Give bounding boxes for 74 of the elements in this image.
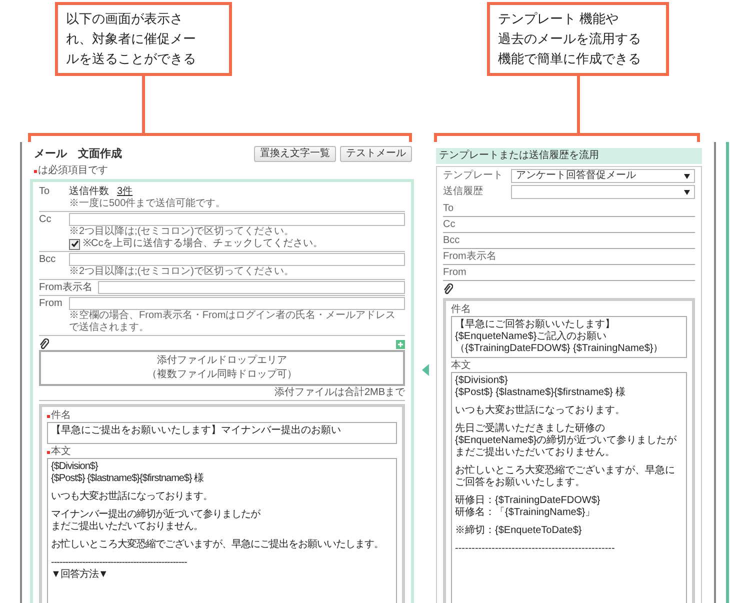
input-field[interactable] xyxy=(69,253,405,266)
field-label: 件名 xyxy=(451,304,472,316)
callout-text: 以下の画面が表示さ xyxy=(66,10,184,28)
dropdown[interactable] xyxy=(511,185,695,199)
toolbar-button[interactable]: 置換え文字一覧 xyxy=(254,146,336,162)
body-text-line: 研修名：「{$TrainingName$}」 xyxy=(455,507,596,519)
field-label: 本文 xyxy=(451,360,472,372)
drop-area-text: （複数ファイル同時ドロップ可） xyxy=(146,368,298,382)
paperclip-icon xyxy=(443,283,453,295)
field-label: Bcc xyxy=(443,233,695,249)
count-link[interactable]: 3件 xyxy=(117,186,133,198)
left-arrow-icon xyxy=(422,364,428,376)
hint-text: ※一度に500件まで送信可能です。 xyxy=(68,198,227,210)
hint-text: ※2つ目以降は;(セミコロン)で区切ってください。 xyxy=(68,226,295,238)
callout-text: れ、対象者に催促メー xyxy=(66,30,197,48)
field-label: Bcc xyxy=(39,254,57,266)
field-label: Cc xyxy=(39,214,52,226)
body-text-line: {$Division$} xyxy=(51,461,100,473)
body-text-line: {$Division$} xyxy=(455,375,509,387)
body-text-line: お忙しいところ大変恐縮でございますが、早急にご回答をお願いいたします。 xyxy=(455,465,676,489)
field-label: From xyxy=(443,265,695,281)
callout-text: 過去のメールを流用する xyxy=(498,30,642,48)
field-label: From表示名 xyxy=(39,282,92,294)
body-field[interactable]: {$Division$} {$Post$} {$lastname$}{$firstname$} 様 いつも大変お世話になっております。 マイナンバー提出の締切が近づいて参りましたが まだご提出いただいておりません。 お忙しいところ大変恐縮でございますが、早急にご提出をお願いいたします。 ------------------------------------------------ ▼回答方法▼ xyxy=(47,458,397,603)
field-label: 本文 xyxy=(51,446,71,458)
callout-text: ルを送ることができる xyxy=(66,50,197,68)
callout-text: 機能で簡単に作成できる xyxy=(498,50,642,68)
paperclip-icon xyxy=(39,338,49,350)
body-text-line: ------------------------------------------------ xyxy=(455,543,616,555)
body-text-line: ------------------------------------------------ xyxy=(51,557,188,568)
page-title: メール 文面作成 xyxy=(34,148,122,160)
input-field[interactable] xyxy=(69,297,405,310)
body-text-line: ▼回答方法▼ xyxy=(51,569,109,581)
required-note: は必須項目です xyxy=(38,165,108,177)
toolbar-button[interactable]: テストメール xyxy=(340,146,412,162)
field-label: 送信履歴 xyxy=(443,186,484,198)
dropdown-caret-icon xyxy=(684,190,690,194)
body-text-line: {$Post$} {$lastname$}{$firstname$} 様 xyxy=(455,387,627,399)
body-text-line: まだご提出いただいておりません。 xyxy=(51,521,204,533)
attachment-limit-note: 添付ファイルは合計2MBまで xyxy=(39,386,405,401)
hint-text: ※2つ目以降は;(セミコロン)で区切ってください。 xyxy=(68,266,295,278)
drop-area[interactable]: 添付ファイルドロップエリア （複数ファイル同時ドロップ可） xyxy=(39,350,405,386)
body-text-line: いつも大変お世話になっております。 xyxy=(455,405,626,417)
body-field[interactable] xyxy=(451,372,687,603)
subject-field[interactable]: 【早急にご提出をお願いいたします】マイナンバー提出のお願い xyxy=(47,422,397,444)
field-label: From表示名 xyxy=(443,249,695,265)
checkbox-label: ※Ccを上司に送信する場合、チェックしてください。 xyxy=(83,238,324,250)
body-text-line: いつも大変お世話になっております。 xyxy=(51,491,214,503)
panel-header: テンプレートまたは送信履歴を流用 xyxy=(436,148,702,164)
input-field[interactable] xyxy=(69,213,405,226)
dropdown-caret-icon xyxy=(684,174,690,178)
plus-icon xyxy=(396,340,405,348)
field-label: 件名 xyxy=(51,410,71,422)
checkbox[interactable] xyxy=(69,238,80,250)
input-field[interactable] xyxy=(98,281,405,294)
body-text-line: まだご提出いただいておりません。 xyxy=(455,447,616,459)
body-text-line: {$Post$} {$lastname$}{$firstname$} 様 xyxy=(51,473,205,485)
field-label: To xyxy=(443,201,695,217)
required-mark xyxy=(34,170,37,172)
hint-text: ※空欄の場合、From表示名・Fromはログイン者の氏名・メールアドレスで送信されます。 xyxy=(68,310,397,334)
body-text-line: 研修日：{$TrainingDateFDOW$} xyxy=(455,495,602,506)
callout-text: テンプレート 機能や xyxy=(498,10,620,28)
field-label: To xyxy=(39,186,51,198)
drop-area-text: 添付ファイルドロップエリア xyxy=(156,354,288,368)
subject-field[interactable]: 【早急にご回答お願いいたします】{$EnqueteName$}ご記入のお願い（{$TrainingDateFDOW$} {$TrainingName$}） xyxy=(451,316,687,358)
field-label: テンプレート xyxy=(443,170,504,182)
field-label: Cc xyxy=(443,217,695,233)
body-text-line: ※締切：{$EnqueteToDate$} xyxy=(455,525,583,537)
body-text-line: お忙しいところ大変恐縮でございますが、早急にご提出をお願いいたします。 xyxy=(51,539,384,551)
field-label: From xyxy=(39,298,63,310)
dropdown[interactable]: アンケート回答督促メール xyxy=(511,169,695,183)
body-text-line: 先日ご受講いただきました研修の{$EnqueteName$}の締切が近づいて参りましたが xyxy=(455,423,678,446)
body-text-line: マイナンバー提出の締切が近づいて参りましたが xyxy=(51,509,262,520)
count-label: 送信件数 xyxy=(69,186,109,198)
